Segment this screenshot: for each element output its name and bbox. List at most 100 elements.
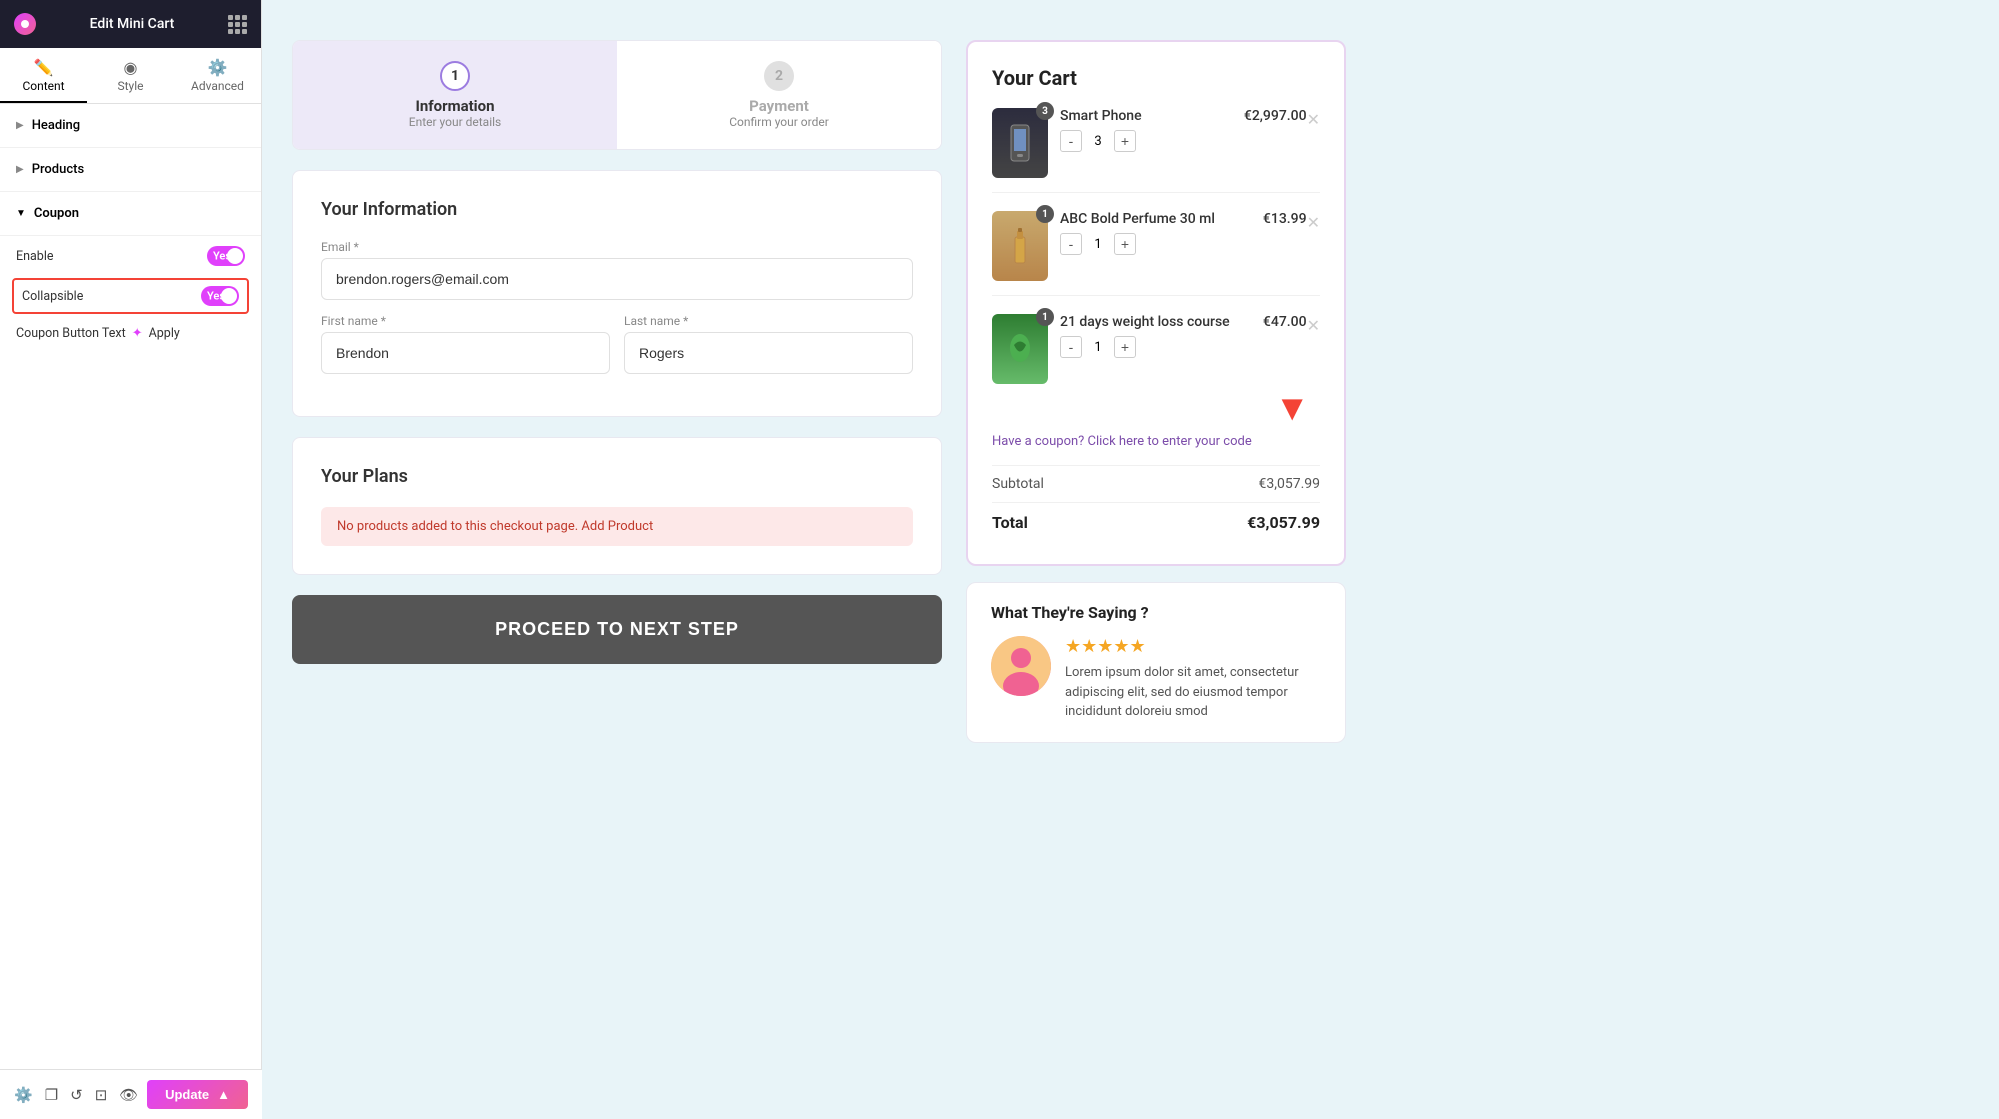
settings-icon[interactable]: ⚙️ [14,1086,33,1104]
last-name-field[interactable] [624,332,913,374]
last-name-label: Last name * [624,314,913,328]
item-3-increase-button[interactable]: + [1114,336,1136,358]
last-name-group: Last name * [624,314,913,374]
item-3-controls: - 1 + [1060,336,1263,358]
item-3-quantity: 1 [1090,340,1106,355]
layers-icon[interactable]: ❐ [45,1086,58,1104]
email-field[interactable] [321,258,913,300]
sidebar-tabs: ✏️ Content ◉ Style ⚙️ Advanced [0,48,261,104]
item-3-remove-icon[interactable]: ✕ [1307,316,1320,335]
item-2-controls: - 1 + [1060,233,1263,255]
testimonial-card: What They're Saying ? ★★★★★ Lorem ipsum … [966,582,1346,743]
coupon-enable-row: Enable Yes [16,246,245,266]
history-icon[interactable]: ↺ [70,1086,83,1104]
sidebar-item-products[interactable]: ▶ Products [0,148,261,192]
total-value: €3,057.99 [1247,513,1320,532]
heading-label: Heading [32,118,80,133]
item-1-badge: 3 [1036,102,1054,120]
coupon-enable-label: Enable [16,249,54,264]
chevron-up-icon: ▲ [217,1087,230,1102]
coupon-link[interactable]: Have a coupon? Click here to enter your … [992,434,1320,449]
heading-arrow-icon: ▶ [16,120,24,131]
proceed-button[interactable]: PROCEED TO NEXT STEP [292,595,942,664]
subtotal-value: €3,057.99 [1258,476,1320,492]
testimonial-stars: ★★★★★ [1065,636,1321,657]
item-2-price: €13.99 [1263,211,1307,227]
cart-card: Your Cart 3 Smart Pho [966,40,1346,566]
coupon-arrow-icon: ▼ [16,208,26,219]
magic-wand-icon: ✦ [132,326,143,341]
sidebar-content: ▶ Heading ▶ Products ▼ Coupon Enable [0,104,261,1119]
step-payment[interactable]: 2 Payment Confirm your order [617,41,941,149]
testimonial-text: Lorem ipsum dolor sit amet, consectetur … [1065,663,1321,722]
coupon-header[interactable]: ▼ Coupon [0,192,261,236]
testimonial-avatar [991,636,1051,696]
tab-style[interactable]: ◉ Style [87,48,174,103]
first-name-field[interactable] [321,332,610,374]
total-label: Total [992,513,1028,532]
item-2-increase-button[interactable]: + [1114,233,1136,255]
information-form-card: Your Information Email * First name * La… [292,170,942,417]
item-1-quantity: 3 [1090,134,1106,149]
products-label: Products [32,162,84,177]
products-arrow-icon: ▶ [16,164,24,175]
item-2-remove-icon[interactable]: ✕ [1307,213,1320,232]
email-group: Email * [321,240,913,300]
tab-style-label: Style [117,79,143,93]
sidebar-bottom-icons: ⚙️ ❐ ↺ ⊡ 👁 [14,1086,138,1104]
coupon-collapsible-label: Collapsible [22,289,83,304]
coupon-button-text-label: Coupon Button Text [16,326,126,341]
first-name-label: First name * [321,314,610,328]
item-1-remove-icon[interactable]: ✕ [1307,110,1320,129]
coupon-button-text-row: Coupon Button Text ✦ Apply [16,326,245,341]
content-icon: ✏️ [34,58,54,77]
item-2-img-wrap: 1 [992,211,1048,281]
responsive-icon[interactable]: ⊡ [95,1086,108,1104]
cart-item-course: 1 21 days weight loss course - 1 + €47.0… [992,314,1320,398]
plans-warning-text: No products added to this checkout page.… [337,519,653,534]
grid-icon[interactable] [228,15,247,34]
sidebar-header: Edit Mini Cart [0,0,261,48]
coupon-collapsible-toggle[interactable]: Yes [201,286,239,306]
item-1-img-wrap: 3 [992,108,1048,178]
step-2-subtitle: Confirm your order [729,115,829,129]
tab-advanced[interactable]: ⚙️ Advanced [174,48,261,103]
item-2-quantity: 1 [1090,237,1106,252]
item-1-info: Smart Phone - 3 + [1060,108,1244,152]
cart-item-perfume: 1 ABC Bold Perfume 30 ml - 1 + €13.99 ✕ [992,211,1320,296]
item-1-decrease-button[interactable]: - [1060,130,1082,152]
coupon-enable-toggle[interactable]: Yes [207,246,245,266]
coupon-body: Enable Yes Collapsible Yes [0,236,261,351]
cart-title: Your Cart [992,66,1320,90]
sidebar-section-coupon: ▼ Coupon Enable Yes Collapsible [0,192,261,351]
item-3-decrease-button[interactable]: - [1060,336,1082,358]
step-1-number: 1 [440,61,470,91]
cart-divider-2 [992,502,1320,503]
item-2-decrease-button[interactable]: - [1060,233,1082,255]
item-2-info: ABC Bold Perfume 30 ml - 1 + [1060,211,1263,255]
item-3-price: €47.00 [1263,314,1307,330]
information-form-title: Your Information [321,199,913,220]
item-2-badge: 1 [1036,205,1054,223]
update-button[interactable]: Update ▲ [147,1080,248,1109]
first-name-group: First name * [321,314,610,374]
item-1-increase-button[interactable]: + [1114,130,1136,152]
sidebar-title: Edit Mini Cart [90,16,175,32]
item-2-name: ABC Bold Perfume 30 ml [1060,211,1263,227]
coupon-button-text-value: Apply [149,326,180,341]
center-panel: 1 Information Enter your details 2 Payme… [292,40,942,1079]
step-1-subtitle: Enter your details [409,115,501,129]
eye-icon[interactable]: 👁 [119,1086,138,1104]
step-information[interactable]: 1 Information Enter your details [293,41,617,149]
tab-content-label: Content [22,79,64,93]
main-content: 1 Information Enter your details 2 Payme… [262,0,1999,1119]
item-1-name: Smart Phone [1060,108,1244,124]
red-arrow-icon: ▼ [1274,390,1310,426]
tab-content[interactable]: ✏️ Content [0,48,87,103]
item-1-controls: - 3 + [1060,130,1244,152]
sidebar-item-heading[interactable]: ▶ Heading [0,104,261,148]
email-label: Email * [321,240,913,254]
item-1-price: €2,997.00 [1244,108,1307,124]
step-1-title: Information [415,97,494,115]
sidebar: Edit Mini Cart ✏️ Content ◉ Style ⚙️ Adv… [0,0,262,1119]
